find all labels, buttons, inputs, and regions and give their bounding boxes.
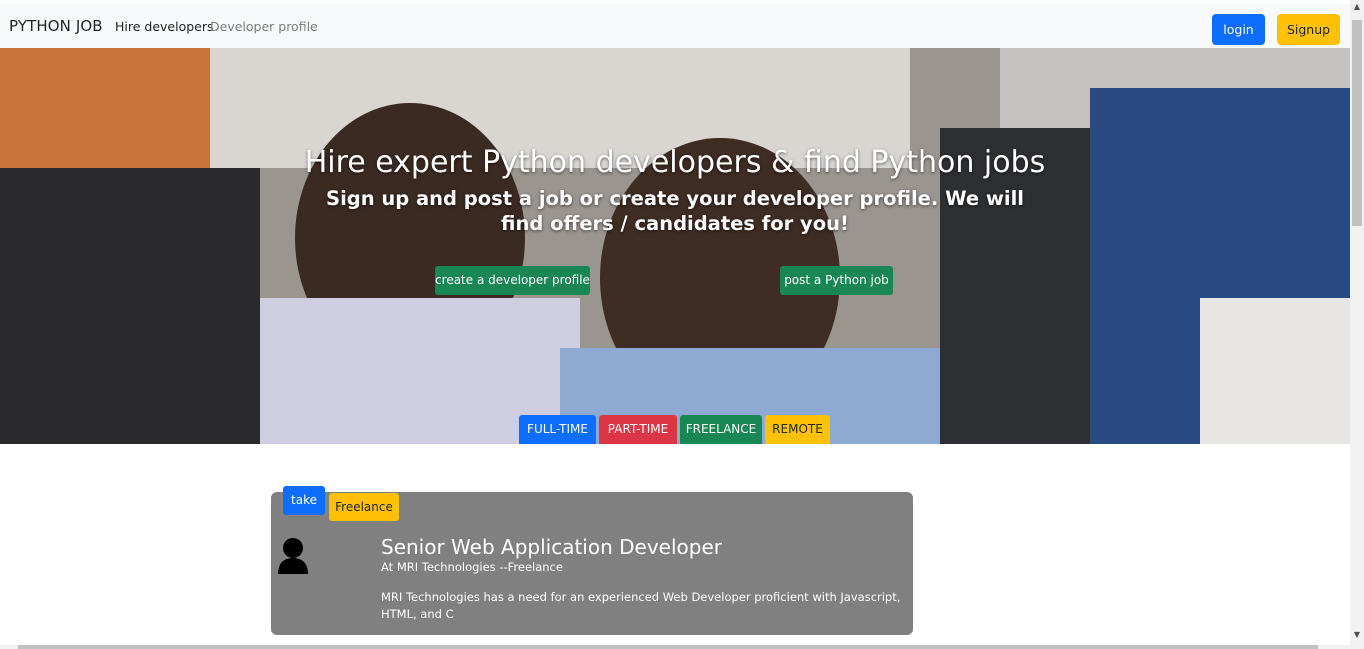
filter-part-time[interactable]: PART-TIME <box>599 415 677 444</box>
filter-freelance[interactable]: FREELANCE <box>680 415 762 444</box>
page: PYTHON JOB Hire developers Developer pro… <box>0 0 1364 649</box>
nav-link-hire-developers[interactable]: Hire developers <box>115 19 214 34</box>
hero-background-photo <box>0 48 1350 444</box>
job-description: MRI Technologies has a need for an exper… <box>381 590 901 621</box>
hero-banner: Hire expert Python developers & find Pyt… <box>0 48 1350 444</box>
scroll-up-arrow-icon[interactable]: ▲ <box>1350 2 1364 11</box>
hero-subtitle: Sign up and post a job or create your de… <box>326 187 1024 235</box>
scroll-down-arrow-icon[interactable]: ▼ <box>1350 630 1364 639</box>
hero-title: Hire expert Python developers & find Pyt… <box>304 145 1046 180</box>
create-developer-profile-button[interactable]: create a developer profile <box>435 266 590 295</box>
job-type-badge: Freelance <box>329 493 399 521</box>
signup-button[interactable]: Signup <box>1277 14 1340 45</box>
user-silhouette-icon <box>278 538 308 574</box>
filter-remote[interactable]: REMOTE <box>765 415 830 444</box>
filter-full-time[interactable]: FULL-TIME <box>519 415 596 444</box>
post-python-job-button[interactable]: post a Python job <box>780 266 893 295</box>
horizontal-scrollbar-thumb[interactable] <box>18 645 1318 649</box>
nav-link-developer-profile[interactable]: Developer profile <box>210 19 318 34</box>
brand-logo[interactable]: PYTHON JOB <box>9 17 103 35</box>
vertical-scrollbar-thumb[interactable] <box>1352 20 1362 226</box>
login-button[interactable]: login <box>1212 14 1265 45</box>
take-button[interactable]: take <box>283 486 325 515</box>
top-navbar: PYTHON JOB Hire developers Developer pro… <box>0 4 1350 49</box>
job-company-line: At MRI Technologies --Freelance <box>381 560 563 574</box>
job-title[interactable]: Senior Web Application Developer <box>381 535 722 559</box>
